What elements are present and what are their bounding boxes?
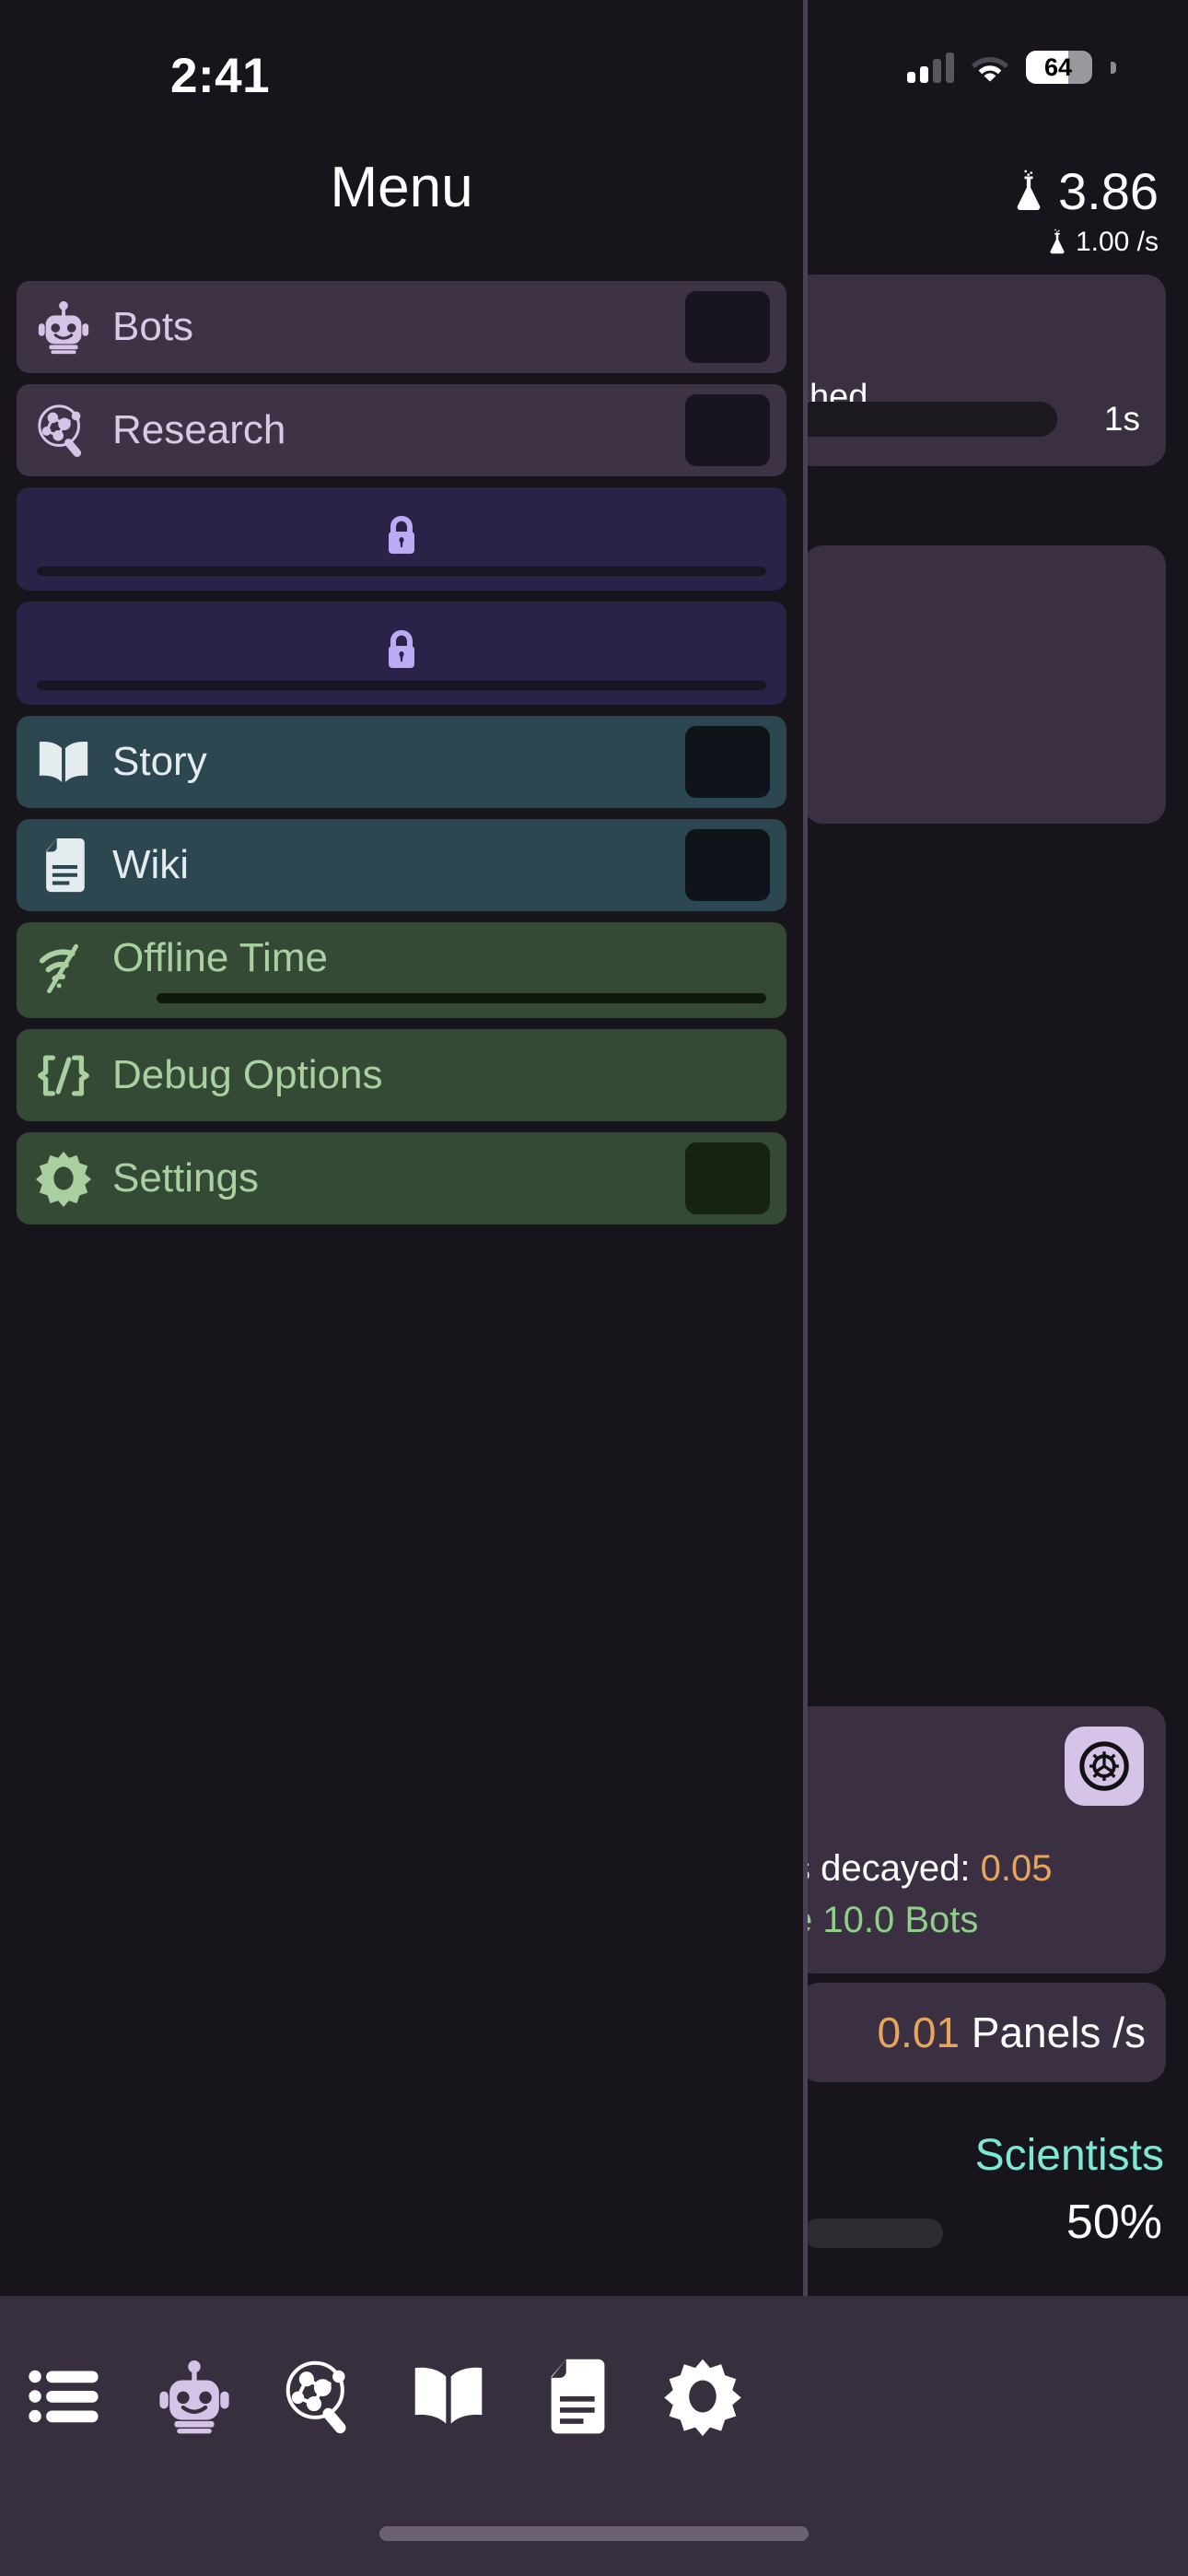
menu-item-locked-2[interactable] (17, 487, 786, 591)
offline-time-progress-bar (157, 993, 766, 1003)
decayed-line: s decayed: 0.05 (792, 1848, 1052, 1890)
panels-rate-unit: Panels /s (971, 2008, 1146, 2056)
menu-item-research[interactable]: Research (17, 384, 786, 476)
robot-icon[interactable] (155, 2357, 234, 2436)
gear-icon (35, 1150, 92, 1207)
menu-item-offline-time[interactable]: Offline Time (17, 922, 786, 1018)
book-icon (35, 733, 92, 790)
decayed-label: s decayed: (792, 1848, 971, 1889)
scientists-progress-bar (803, 2219, 943, 2248)
document-icon[interactable] (536, 2357, 615, 2436)
battery-icon: 64 (1026, 51, 1092, 84)
drawer-edge-divider (803, 0, 808, 2296)
game-message-card[interactable]: shed. 1s (792, 275, 1166, 466)
scientists-percent: 50% (1066, 2195, 1162, 2249)
menu-item-chip[interactable] (685, 726, 770, 798)
menu-item-story[interactable]: Story (17, 716, 786, 808)
menu-item-chip[interactable] (685, 829, 770, 901)
cellular-signal-icon (907, 52, 954, 83)
panels-rate-amount: 0.01 (877, 2008, 960, 2056)
research-icon (35, 402, 92, 459)
message-progress-bar (792, 402, 1057, 437)
menu-item-label: Offline Time (112, 935, 328, 980)
research-rate: 1.00 /s (1075, 227, 1159, 257)
status-bar: 2:41 64 (0, 0, 1188, 138)
robot-icon (35, 299, 92, 356)
menu-item-label: Wiki (112, 842, 190, 887)
bottom-nav (0, 2296, 1188, 2497)
menu-item-list: Bots Research Story Wiki Offline Time De… (0, 281, 803, 1224)
menu-item-label: Research (112, 407, 286, 452)
menu-item-wiki[interactable]: Wiki (17, 819, 786, 911)
lock-icon (373, 506, 430, 563)
research-rate-row: 1.00 /s (1012, 227, 1159, 258)
menu-item-bots[interactable]: Bots (17, 281, 786, 373)
menu-item-label: Settings (112, 1155, 259, 1200)
menu-item-label: Story (112, 739, 207, 784)
menu-item-settings[interactable]: Settings (17, 1132, 786, 1224)
menu-item-label: Bots (112, 304, 194, 349)
scientists-title: Scientists (974, 2131, 1164, 2180)
menu-item-chip[interactable] (685, 291, 770, 363)
menu-drawer: Menu Bots Research Story Wiki Offline Ti… (0, 0, 803, 2296)
lock-icon (373, 620, 430, 677)
menu-item-chip[interactable] (685, 1142, 770, 1214)
wifi-off-icon (35, 939, 92, 996)
list-icon[interactable] (28, 2357, 107, 2436)
game-empty-card[interactable] (803, 545, 1166, 824)
status-indicators: 64 (907, 51, 1116, 84)
gear-icon[interactable] (1065, 1727, 1144, 1806)
lock-progress-track (37, 567, 766, 576)
decayed-value: 0.05 (980, 1848, 1053, 1889)
page-title: Menu (330, 156, 473, 219)
lock-progress-track (37, 681, 766, 690)
research-amount: 3.86 (1058, 162, 1159, 220)
document-icon (35, 837, 92, 894)
bots-line: e 10.0 Bots (792, 1900, 979, 1940)
gear-icon[interactable] (663, 2357, 742, 2436)
research-icon[interactable] (282, 2357, 361, 2436)
menu-item-label: Debug Options (112, 1052, 383, 1097)
flask-icon (1012, 170, 1045, 214)
flask-icon (1047, 228, 1067, 256)
menu-item-chip[interactable] (685, 394, 770, 466)
menu-item-locked-3[interactable] (17, 602, 786, 705)
game-stats-card[interactable]: s decayed: 0.05 e 10.0 Bots (792, 1706, 1166, 1973)
home-indicator (379, 2526, 809, 2541)
app-screen: 3.86 1.00 /s shed. 1s s decayed: 0.05 e … (0, 0, 1188, 2576)
battery-level: 64 (1043, 53, 1073, 81)
status-time: 2:41 (170, 49, 271, 103)
message-timer: 1s (1103, 400, 1140, 438)
research-amount-row: 3.86 (1012, 166, 1159, 217)
menu-item-debug-options[interactable]: Debug Options (17, 1029, 786, 1121)
research-counter: 3.86 1.00 /s (1012, 166, 1159, 258)
battery-tip-icon (1111, 61, 1116, 74)
wifi-icon (971, 53, 1009, 82)
panels-rate-card[interactable]: 0.01 Panels /s (799, 1983, 1166, 2082)
book-icon[interactable] (409, 2357, 488, 2436)
code-brackets-icon (35, 1047, 92, 1104)
